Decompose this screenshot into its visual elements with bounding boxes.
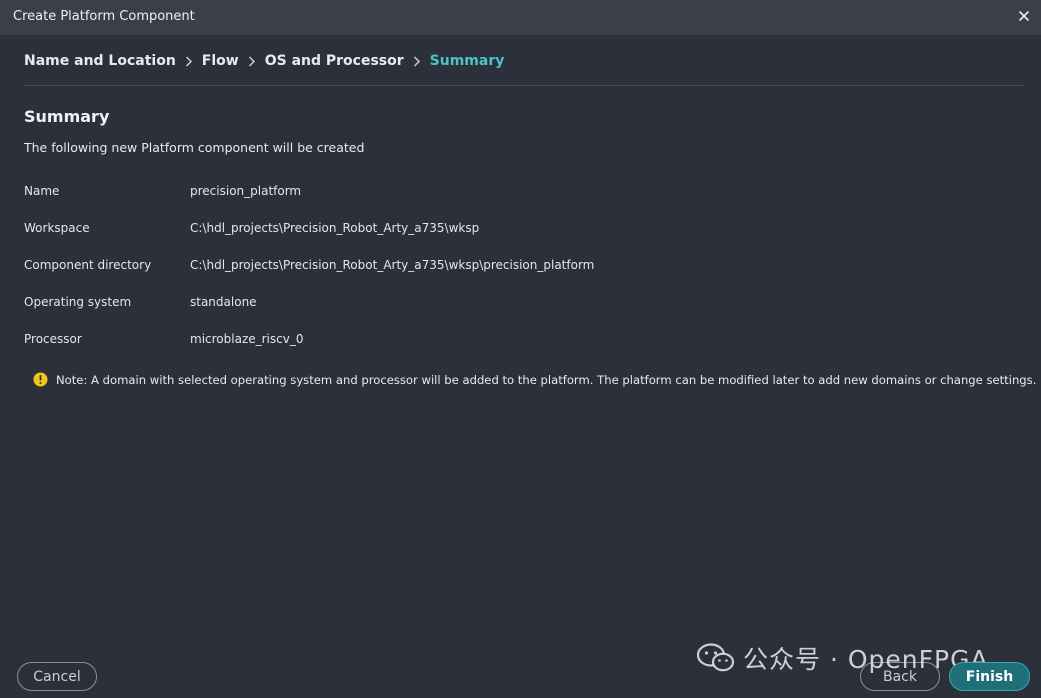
create-platform-dialog: Create Platform Component Name and Locat… xyxy=(0,0,1041,698)
close-icon xyxy=(1019,11,1029,21)
breadcrumb-step-flow[interactable]: Flow xyxy=(202,53,239,69)
row-value: precision_platform xyxy=(190,184,302,198)
close-button[interactable] xyxy=(1015,7,1033,25)
chevron-right-icon xyxy=(176,53,202,69)
breadcrumb-step-name-and-location[interactable]: Name and Location xyxy=(24,53,176,69)
row-value: standalone xyxy=(190,295,257,309)
finish-button[interactable]: Finish xyxy=(949,662,1030,691)
wechat-icon xyxy=(697,643,735,672)
row-value: microblaze_riscv_0 xyxy=(190,332,304,346)
chevron-right-icon xyxy=(239,53,265,69)
row-value: C:\hdl_projects\Precision_Robot_Arty_a73… xyxy=(190,258,595,272)
breadcrumb-step-os-and-processor[interactable]: OS and Processor xyxy=(265,53,404,69)
watermark: 公众号 · OpenFPGA xyxy=(697,640,989,676)
breadcrumb-step-summary[interactable]: Summary xyxy=(430,53,505,69)
dialog-title: Create Platform Component xyxy=(13,9,195,24)
title-bar: Create Platform Component xyxy=(0,0,1041,35)
note-text: Note: A domain with selected operating s… xyxy=(56,372,1037,387)
row-label: Workspace xyxy=(24,221,90,235)
warning-icon xyxy=(33,372,48,387)
note-message: Note: A domain with selected operating s… xyxy=(33,372,1036,387)
summary-description: The following new Platform component wil… xyxy=(24,140,365,155)
chevron-right-icon xyxy=(404,53,430,69)
cancel-button[interactable]: Cancel xyxy=(17,662,97,691)
row-label: Component directory xyxy=(24,258,152,272)
row-value: C:\hdl_projects\Precision_Robot_Arty_a73… xyxy=(190,221,480,235)
row-label: Operating system xyxy=(24,295,132,309)
breadcrumb: Name and Location Flow OS and Processor … xyxy=(24,53,504,69)
row-label: Processor xyxy=(24,332,82,346)
header-divider xyxy=(24,85,1024,86)
summary-heading: Summary xyxy=(24,107,110,126)
row-label: Name xyxy=(24,184,60,198)
